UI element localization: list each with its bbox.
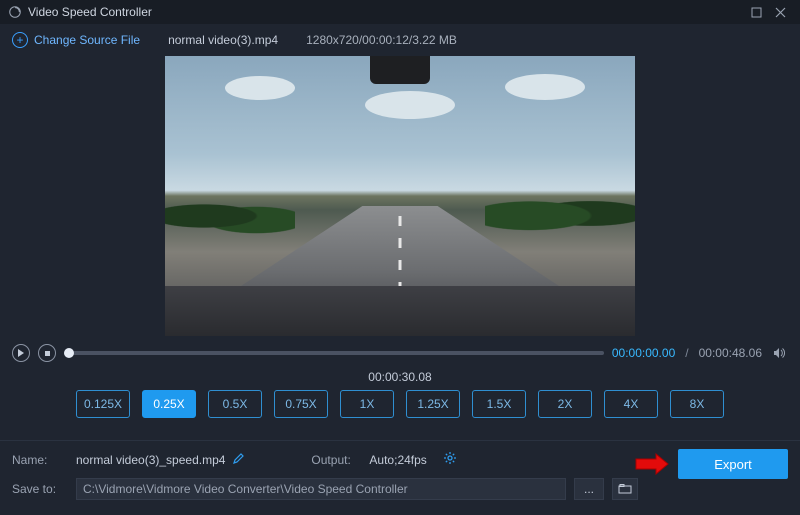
name-label: Name: (12, 453, 68, 467)
speed-button-8x[interactable]: 8X (670, 390, 724, 418)
saveto-label: Save to: (12, 482, 68, 496)
time-current: 00:00:00.00 (612, 346, 675, 360)
open-folder-icon[interactable] (612, 478, 638, 500)
seek-slider[interactable] (64, 351, 604, 355)
source-filename: normal video(3).mp4 (168, 33, 278, 47)
gear-icon[interactable] (443, 451, 457, 468)
speed-button-0.125x[interactable]: 0.125X (76, 390, 130, 418)
source-meta: 1280x720/00:00:12/3.22 MB (306, 33, 457, 47)
stop-button[interactable] (38, 344, 56, 362)
speed-button-0.25x[interactable]: 0.25X (142, 390, 196, 418)
speed-button-1.25x[interactable]: 1.25X (406, 390, 460, 418)
saveto-input[interactable] (76, 478, 566, 500)
speed-button-1x[interactable]: 1X (340, 390, 394, 418)
output-value: Auto;24fps (369, 453, 426, 467)
seek-thumb[interactable] (64, 348, 74, 358)
speed-button-4x[interactable]: 4X (604, 390, 658, 418)
play-button[interactable] (12, 344, 30, 362)
speed-button-0.5x[interactable]: 0.5X (208, 390, 262, 418)
output-label: Output: (311, 453, 361, 467)
change-source-label: Change Source File (34, 33, 140, 47)
close-icon[interactable] (768, 0, 792, 24)
mid-time-label: 00:00:30.08 (368, 370, 431, 384)
edit-name-icon[interactable] (233, 452, 245, 467)
browse-button[interactable]: ... (574, 478, 604, 500)
speed-options: 0.125X 0.25X 0.5X 0.75X 1X 1.25X 1.5X 2X 4X 8X (0, 390, 800, 434)
name-value: normal video(3)_speed.mp4 (76, 453, 225, 467)
annotation-arrow-icon (634, 453, 670, 475)
app-title: Video Speed Controller (28, 5, 152, 19)
app-logo-icon (8, 5, 22, 19)
change-source-button[interactable]: + Change Source File (12, 32, 140, 48)
speed-button-2x[interactable]: 2X (538, 390, 592, 418)
video-preview[interactable] (165, 56, 635, 336)
maximize-icon[interactable] (744, 0, 768, 24)
plus-circle-icon: + (12, 32, 28, 48)
speed-button-0.75x[interactable]: 0.75X (274, 390, 328, 418)
export-button[interactable]: Export (678, 449, 788, 479)
speed-button-1.5x[interactable]: 1.5X (472, 390, 526, 418)
volume-icon[interactable] (770, 344, 788, 362)
time-total: 00:00:48.06 (699, 346, 762, 360)
